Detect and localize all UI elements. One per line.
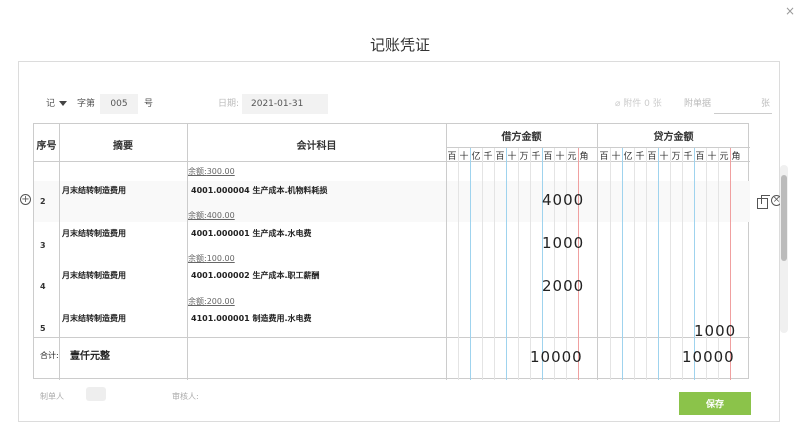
unit-label: 千 — [483, 152, 493, 162]
voucher-label: 附单据 — [684, 99, 712, 109]
voucher-number-input[interactable]: 005 — [100, 94, 138, 114]
row-summary[interactable]: 月末结转制造费用 — [62, 270, 126, 281]
plus-circle-icon[interactable]: + — [20, 194, 31, 205]
sheet-unit: 张 — [761, 99, 771, 109]
unit-label: 角 — [731, 152, 741, 162]
reviewer-label: 审核人: — [172, 392, 199, 401]
balance-label: 余额: — [188, 297, 207, 306]
date-label: 日期: — [218, 99, 240, 109]
row-summary[interactable]: 月末结转制造费用 — [62, 185, 126, 196]
row-account[interactable]: 4001.000001 生产成本.水电费 — [191, 228, 312, 239]
unit-label: 亿 — [623, 152, 633, 162]
unit-label: 十 — [507, 152, 517, 162]
voucher-table: 序号 摘要 会计科目 借方金额 贷方金额 百 十 亿 千 百 十 万 千 百 十… — [33, 123, 750, 380]
balance-value: 300.00 — [206, 167, 235, 176]
scrollbar[interactable] — [780, 165, 788, 333]
chevron-down-icon — [59, 101, 68, 106]
unit-label: 元 — [719, 152, 729, 162]
unit-label: 千 — [531, 152, 541, 162]
voucher-panel: 记 字第 005 号 日期: 2021-01-31 ⌀ 附件 0 张 附单据 张… — [18, 61, 780, 422]
copy-icon[interactable] — [757, 195, 770, 209]
balance-label: 余额: — [188, 254, 207, 263]
date-input[interactable]: 2021-01-31 — [242, 94, 328, 114]
row-account[interactable]: 4001.000004 生产成本.机物料耗损 — [191, 185, 328, 196]
save-button[interactable]: 保存 — [679, 392, 751, 415]
row-summary[interactable]: 月末结转制造费用 — [62, 228, 126, 239]
balance-value: 400.00 — [206, 211, 235, 220]
unit-label: 百 — [599, 152, 609, 162]
unit-label: 角 — [579, 152, 589, 162]
unit-label: 千 — [635, 152, 645, 162]
row-seq: 2 — [40, 197, 46, 206]
col-credit: 贷方金额 — [653, 132, 694, 143]
col-summary: 摘要 — [113, 141, 133, 152]
balance-label: 余额: — [188, 167, 207, 176]
number-suffix: 号 — [144, 99, 154, 109]
unit-label: 十 — [707, 152, 717, 162]
row-band-hover — [34, 181, 750, 222]
unit-label: 百 — [695, 152, 705, 162]
balance-label: 余额: — [188, 211, 207, 220]
unit-label: 万 — [671, 152, 681, 162]
row-account[interactable]: 4001.000002 生产成本.职工薪酬 — [191, 270, 320, 281]
unit-label: 百 — [647, 152, 657, 162]
total-debit: 10000 — [530, 348, 583, 366]
balance-text: 余额:400.00 — [188, 210, 235, 221]
balance-text: 余额:200.00 — [188, 296, 235, 307]
row-credit-amount[interactable]: 1000 — [694, 322, 736, 340]
scrollbar-thumb[interactable] — [781, 175, 787, 261]
balance-text: 余额:100.00 — [188, 253, 235, 264]
unit-label: 十 — [459, 152, 469, 162]
total-amount-words: 壹仟元整 — [70, 351, 110, 362]
maker-label: 制单人 — [40, 392, 64, 401]
dialog-title: 记账凭证 — [369, 36, 430, 54]
close-icon[interactable]: × — [785, 4, 795, 18]
unit-label: 百 — [543, 152, 553, 162]
unit-label: 十 — [611, 152, 621, 162]
col-account: 会计科目 — [296, 141, 337, 152]
balance-value: 100.00 — [206, 254, 235, 263]
col-debit: 借方金额 — [501, 132, 542, 143]
word-label: 字第 — [77, 99, 96, 109]
unit-label: 元 — [567, 152, 577, 162]
row-debit-amount[interactable]: 2000 — [542, 277, 584, 295]
row-seq: 4 — [40, 282, 46, 291]
maker-name-redacted — [86, 387, 106, 401]
unit-label: 亿 — [471, 152, 481, 162]
total-label: 合计: — [40, 351, 59, 360]
unit-label: 千 — [683, 152, 693, 162]
unit-label: 十 — [555, 152, 565, 162]
unit-label: 十 — [659, 152, 669, 162]
unit-label: 万 — [519, 152, 529, 162]
voucher-word: 记 — [46, 99, 56, 109]
row-account[interactable]: 4101.000001 制造费用.水电费 — [191, 313, 312, 324]
balance-text: 余额:300.00 — [188, 166, 235, 177]
attachment-text: 附件 0 张 — [623, 99, 662, 109]
row-seq: 5 — [40, 324, 46, 333]
attachment-link[interactable]: ⌀ 附件 0 张 — [615, 94, 662, 114]
unit-label: 百 — [447, 152, 457, 162]
voucher-word-select[interactable]: 记 — [46, 94, 74, 114]
row-debit-amount[interactable]: 4000 — [542, 191, 584, 209]
unit-label: 百 — [495, 152, 505, 162]
row-seq: 3 — [40, 241, 46, 250]
total-credit: 10000 — [682, 348, 735, 366]
col-seq: 序号 — [36, 141, 57, 152]
row-summary[interactable]: 月末结转制造费用 — [62, 313, 126, 324]
balance-value: 200.00 — [206, 297, 235, 306]
row-debit-amount[interactable]: 1000 — [542, 234, 584, 252]
